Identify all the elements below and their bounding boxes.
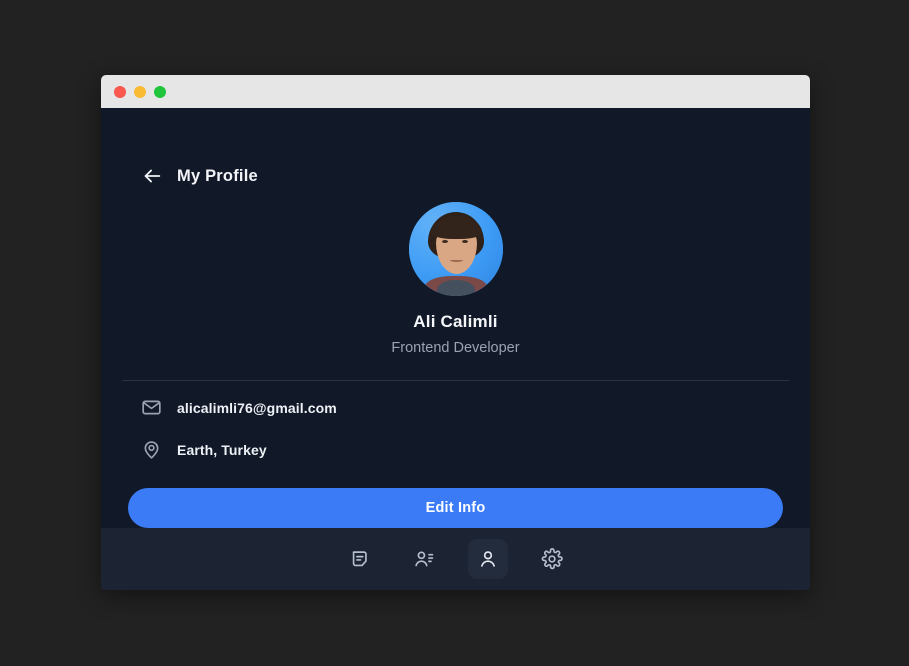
profile-role: Frontend Developer: [391, 340, 520, 357]
nav-item-contacts[interactable]: [404, 539, 444, 579]
avatar[interactable]: [408, 202, 503, 297]
contacts-icon: [414, 551, 433, 567]
edit-button-wrap: Edit Info: [101, 488, 810, 528]
map-pin-icon: [144, 441, 159, 459]
page-header: My Profile: [101, 108, 810, 196]
window-titlebar: [101, 75, 810, 108]
page-title: My Profile: [177, 166, 258, 185]
app-window: My Profile Ali Calimli Frontend Develope…: [101, 75, 810, 590]
close-dot[interactable]: [114, 85, 126, 98]
bottom-navigation: [101, 528, 810, 590]
nav-item-profile[interactable]: [467, 539, 508, 579]
location-value: Earth, Turkey: [177, 441, 267, 458]
person-icon: [480, 551, 495, 567]
message-icon: [352, 551, 367, 567]
arrow-left-icon[interactable]: [141, 165, 163, 187]
nav-item-messages[interactable]: [340, 539, 380, 579]
contact-info-list: alicalimli76@gmail.com Earth, Turkey: [101, 397, 810, 460]
nav-item-settings[interactable]: [532, 539, 572, 579]
minimize-dot[interactable]: [134, 85, 146, 98]
profile-summary: Ali Calimli Frontend Developer: [101, 196, 810, 356]
section-divider: [122, 380, 789, 381]
email-value: alicalimli76@gmail.com: [177, 399, 337, 416]
info-row-location: Earth, Turkey: [141, 439, 810, 460]
mail-icon: [142, 400, 161, 415]
profile-screen: My Profile Ali Calimli Frontend Develope…: [101, 108, 810, 528]
edit-info-button[interactable]: Edit Info: [128, 488, 783, 528]
gear-icon: [541, 548, 563, 570]
maximize-dot[interactable]: [154, 85, 166, 98]
profile-name: Ali Calimli: [413, 312, 498, 332]
info-row-email: alicalimli76@gmail.com: [141, 397, 810, 418]
